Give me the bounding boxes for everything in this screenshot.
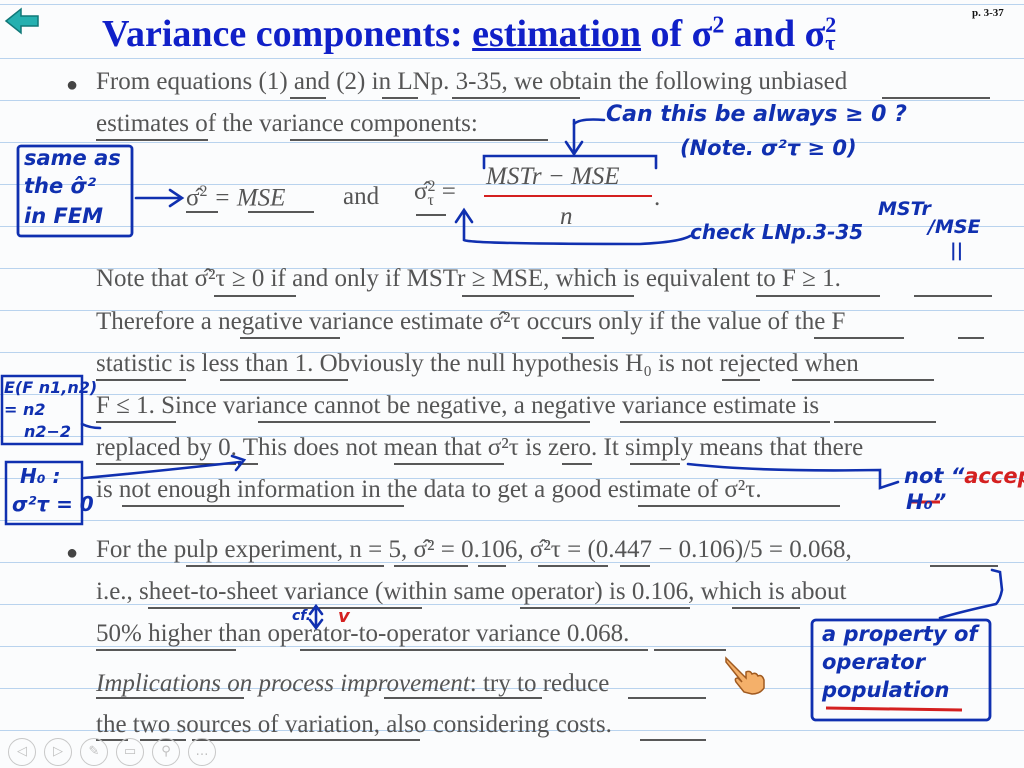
annotation-expect-3: n2−2	[24, 422, 72, 441]
annotation-h0-1: H₀ :	[20, 464, 61, 488]
annotation-check: check LNp.3-35	[690, 220, 864, 244]
annotation-mse: /MSE	[928, 216, 981, 238]
annotation-equal: ||	[950, 240, 964, 261]
prev-icon[interactable]: ◁	[8, 738, 36, 766]
annotation-h0-2: σ²τ = 0	[12, 492, 94, 516]
slides-icon[interactable]: ▭	[116, 738, 144, 766]
annotation-cf: cf.	[292, 608, 311, 624]
annotation-can-this: Can this be always ≥ 0 ?	[606, 102, 907, 127]
annotation-property-3: population	[822, 678, 950, 702]
annotation-property-2: operator	[822, 650, 926, 674]
annotation-note: (Note. σ²τ ≥ 0)	[680, 136, 857, 160]
pen-icon[interactable]: ✎	[80, 738, 108, 766]
next-icon[interactable]: ▷	[44, 738, 72, 766]
annotation-same-as-1: same as	[24, 146, 121, 170]
annotation-same-as-2: the σ̂²	[24, 174, 97, 198]
zoom-icon[interactable]: ⚲	[152, 738, 180, 766]
more-icon[interactable]: …	[188, 738, 216, 766]
annotation-v: v	[338, 606, 350, 627]
annotation-expect-2: = n2	[4, 400, 46, 419]
annotation-property-1: a property of	[822, 622, 978, 646]
annotation-not-accept: not “accept	[904, 464, 1024, 488]
hand-pointer-icon	[722, 652, 770, 701]
annotation-mstr: MSTr	[878, 198, 931, 220]
annotation-h0-quote: H₀”	[906, 490, 947, 514]
annotation-expect-1: E(F n1,n2)	[4, 378, 98, 397]
annotation-same-as-3: in FEM	[24, 204, 104, 228]
